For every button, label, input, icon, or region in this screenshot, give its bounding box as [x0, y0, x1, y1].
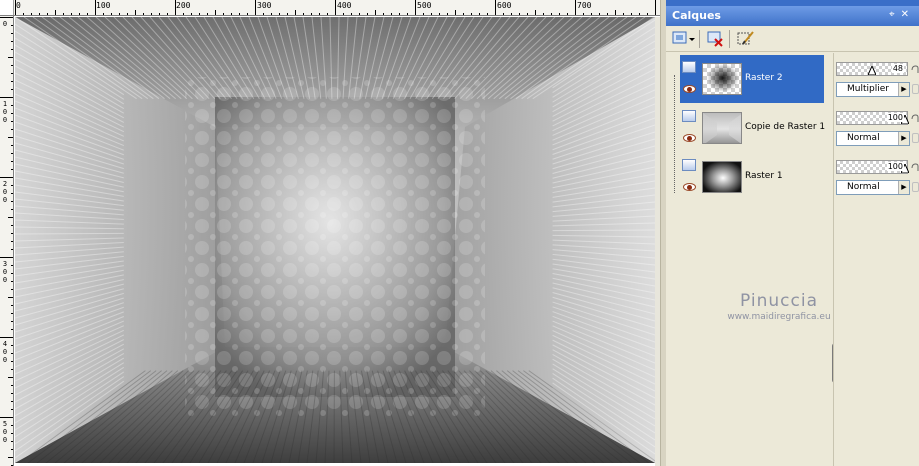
opacity-thumb-icon[interactable]: [867, 66, 876, 75]
chevron-right-icon[interactable]: ▶: [898, 181, 909, 194]
layer-row-raster-1[interactable]: Raster 1: [680, 153, 824, 201]
eye-icon[interactable]: [683, 85, 696, 93]
blend-mode-value: Normal: [847, 182, 880, 192]
layer-row-raster-2[interactable]: Raster 2: [680, 55, 824, 103]
opacity-value: 100: [886, 113, 904, 122]
ruler-label: 100: [2, 100, 8, 124]
ruler-label: 400: [2, 340, 8, 364]
ruler-label: 100: [96, 1, 111, 10]
blend-mode-select[interactable]: Multiplier ▶: [836, 82, 910, 97]
opacity-slider[interactable]: 100: [836, 160, 909, 174]
layer-thumbnail: [702, 161, 742, 193]
layer-row-copie-de-raster-1[interactable]: Copie de Raster 1: [680, 104, 826, 152]
ruler-label: 200: [2, 180, 8, 204]
ruler-label: 300: [257, 1, 272, 10]
layer-name: Copie de Raster 1: [745, 122, 826, 132]
link-icon[interactable]: [910, 63, 919, 74]
link-icon[interactable]: [910, 161, 919, 172]
chevron-right-icon[interactable]: ▶: [898, 132, 909, 145]
visibility-toggle-icon[interactable]: [682, 61, 696, 73]
ruler-ticks: [0, 17, 13, 466]
psp-workspace: 0 100 200 300 400 500 600 700 0 100 200 …: [0, 0, 919, 466]
visibility-toggle-icon[interactable]: [682, 110, 696, 122]
layers-toolbar: [666, 26, 919, 52]
horizontal-ruler: 0 100 200 300 400 500 600 700: [0, 0, 660, 16]
blend-mode-value: Multiplier: [847, 84, 889, 94]
toolbar-separator: [699, 30, 700, 48]
group-tree-line: [674, 75, 675, 193]
blend-mode-value: Normal: [847, 133, 880, 143]
opacity-slider[interactable]: 100: [836, 111, 909, 125]
ruler-label: 500: [417, 1, 432, 10]
opacity-slider[interactable]: 48: [836, 62, 908, 76]
ruler-label: 0: [2, 20, 8, 28]
ruler-label: 0: [16, 1, 21, 10]
layer-props-raster-1: 100 Normal ▶: [836, 153, 919, 201]
close-icon[interactable]: ✕: [901, 9, 915, 20]
eye-icon[interactable]: [683, 183, 696, 191]
perspective-tunnel-image: [15, 17, 655, 463]
watermark: Pinuccia www.maidiregrafica.eu: [714, 291, 844, 322]
watermark-name: Pinuccia: [740, 291, 818, 311]
layer-thumbnail: [702, 63, 742, 95]
lock-icon[interactable]: [912, 133, 919, 143]
eye-icon[interactable]: [683, 134, 696, 142]
blend-mode-select[interactable]: Normal ▶: [836, 131, 910, 146]
lock-icon[interactable]: [912, 182, 919, 192]
layer-name: Raster 2: [745, 73, 783, 83]
layers-list: Raster 2 Copie de Raster 1 Raster 1 Pinu…: [674, 53, 841, 466]
canvas-area: 0 100 200 300 400 500 600 700 0 100 200 …: [0, 0, 660, 466]
edit-selection-icon[interactable]: [736, 29, 756, 49]
layer-name: Raster 1: [745, 171, 783, 181]
layer-props-copie-de-raster-1: 100 Normal ▶: [836, 104, 919, 152]
ruler-label: 500: [2, 420, 8, 444]
ruler-label: 700: [577, 1, 592, 10]
layers-palette: Calques ⌖✕ Raster 2 Copie de Raster 1 Ra…: [666, 0, 919, 466]
ruler-label: 400: [337, 1, 352, 10]
opacity-value: 48: [891, 64, 904, 73]
watermark-url: www.maidiregrafica.eu: [727, 312, 831, 322]
link-icon[interactable]: [910, 112, 919, 123]
opacity-value: 100: [886, 162, 904, 171]
ruler-label: 300: [2, 260, 8, 284]
layers-palette-titlebar[interactable]: Calques ⌖✕: [666, 6, 919, 26]
visibility-toggle-icon[interactable]: [682, 159, 696, 171]
layer-props-raster-2: 48 Multiplier ▶: [836, 55, 919, 103]
ruler-label: 200: [176, 1, 191, 10]
layers-palette-title: Calques: [672, 9, 721, 22]
blend-mode-select[interactable]: Normal ▶: [836, 180, 910, 195]
toolbar-separator: [729, 30, 730, 48]
new-layer-dropdown-icon[interactable]: [688, 29, 696, 49]
document-image[interactable]: [15, 17, 655, 463]
layer-properties-column: 48 Multiplier ▶ 100 Normal ▶ 100 Normal …: [834, 53, 919, 466]
delete-layer-icon[interactable]: [706, 29, 726, 49]
titlebar-controls: ⌖✕: [889, 9, 915, 20]
lock-icon[interactable]: [912, 84, 919, 94]
layer-thumbnail: [702, 112, 742, 144]
chevron-right-icon[interactable]: ▶: [898, 83, 909, 96]
pin-icon[interactable]: ⌖: [889, 9, 901, 20]
ruler-label: 600: [497, 1, 512, 10]
vertical-ruler: 0 100 200 300 400 500: [0, 16, 14, 466]
